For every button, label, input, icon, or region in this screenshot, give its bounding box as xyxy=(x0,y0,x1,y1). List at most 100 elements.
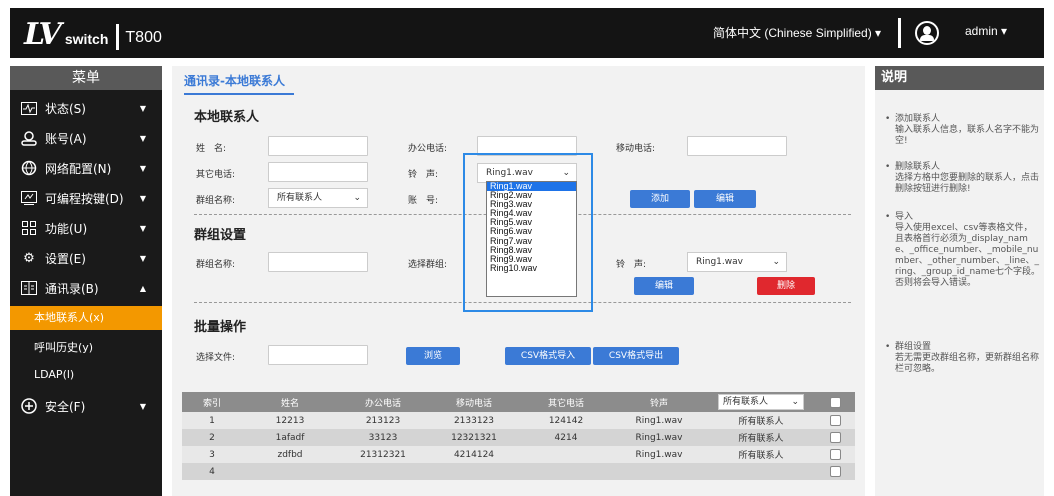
chevron-down-icon: ▼ xyxy=(139,193,146,203)
language-selector[interactable]: 简体中文 (Chinese Simplified) ▾ xyxy=(713,24,881,41)
account-label: 账 号: xyxy=(408,196,439,206)
select-all-cell[interactable] xyxy=(816,392,855,412)
cell-office xyxy=(338,463,428,480)
cell-select[interactable] xyxy=(816,463,855,480)
cell-group: 所有联系人 xyxy=(706,446,816,463)
cell-ring xyxy=(612,463,706,480)
group-ring-label: 铃 声: xyxy=(616,260,647,270)
row-checkbox[interactable] xyxy=(830,432,841,443)
table-row[interactable]: 1 12213 213123 2133123 124142 Ring1.wav … xyxy=(182,412,855,429)
cell-name xyxy=(242,463,338,480)
model-name: T800 xyxy=(125,29,162,46)
sidebar-item-security[interactable]: 安全(F) ▼ xyxy=(10,394,162,418)
cell-mobile: 2133123 xyxy=(428,412,520,429)
select-group-label: 选择群组: xyxy=(408,260,448,270)
ring-option[interactable]: Ring10.wav xyxy=(487,263,576,273)
cell-select[interactable] xyxy=(816,429,855,446)
edit-group-button[interactable]: 编辑 xyxy=(634,277,694,295)
group-select[interactable]: 所有联系人 ⌄ xyxy=(268,188,368,208)
help-title: 说明 xyxy=(875,66,1044,90)
sidebar-item-label: 账号(A) xyxy=(45,131,87,146)
user-menu[interactable]: admin ▾ xyxy=(965,24,1007,38)
cell-name: 1afadf xyxy=(242,429,338,446)
sidebar-item-contacts[interactable]: 通讯录(B) ▲ xyxy=(10,276,162,300)
contacts-table: 索引 姓名 办公电话 移动电话 其它电话 铃声 所有联系人 ⌄ 1 12213 2… xyxy=(182,392,855,480)
ring-dropdown-list[interactable]: Ring1.wav Ring2.wav Ring3.wav Ring4.wav … xyxy=(486,181,577,297)
sidebar-subitem-local-contacts[interactable]: 本地联系人(x) xyxy=(10,306,162,330)
other-phone-input[interactable] xyxy=(268,162,368,182)
table-row[interactable]: 4 xyxy=(182,463,855,480)
help-item-desc: 若无需更改群组名称，更新群组名称栏可忽略。 xyxy=(895,353,1040,374)
column-header: 其它电话 xyxy=(520,392,612,412)
sidebar-item-label: 设置(E) xyxy=(45,251,86,266)
logo-divider xyxy=(116,24,120,50)
group-name-input[interactable] xyxy=(268,252,368,272)
group-name-label: 群组名称: xyxy=(196,196,236,206)
top-bar: LV switch T800 简体中文 (Chinese Simplified)… xyxy=(10,8,1044,58)
sidebar-item-status[interactable]: 状态(S) ▼ xyxy=(10,96,162,120)
cell-mobile: 12321321 xyxy=(428,429,520,446)
row-checkbox[interactable] xyxy=(830,449,841,460)
office-phone-label: 办公电话: xyxy=(408,144,448,154)
table-header-row: 索引 姓名 办公电话 移动电话 其它电话 铃声 所有联系人 ⌄ xyxy=(182,392,855,412)
chevron-down-icon: ⌄ xyxy=(791,397,799,407)
csv-export-button[interactable]: CSV格式导出 xyxy=(593,347,679,365)
name-input[interactable] xyxy=(268,136,368,156)
chevron-down-icon: ▼ xyxy=(139,401,146,411)
sidebar-item-network[interactable]: 网络配置(N) ▼ xyxy=(10,156,162,180)
avatar-icon[interactable] xyxy=(915,21,939,45)
table-row[interactable]: 3 zdfbd 21312321 4214124 Ring1.wav 所有联系人 xyxy=(182,446,855,463)
sidebar: 菜单 状态(S) ▼ 账号(A) ▼ 网络配置(N) ▼ 可编程按键(D) ▼ … xyxy=(10,66,162,496)
column-header: 移动电话 xyxy=(428,392,520,412)
ring-label: 铃 声: xyxy=(408,170,439,180)
help-item-desc: 导入使用excel、csv等表格文件，且表格首行必须为_display_name… xyxy=(895,223,1040,288)
logo-switch-text: switch xyxy=(64,31,109,47)
file-input[interactable] xyxy=(268,345,368,365)
section-title-batch: 批量操作 xyxy=(194,320,247,335)
row-checkbox[interactable] xyxy=(830,466,841,477)
cell-other xyxy=(520,446,612,463)
browse-button[interactable]: 浏览 xyxy=(406,347,460,365)
contacts-icon xyxy=(20,280,38,296)
chevron-down-icon: ▼ xyxy=(139,163,146,173)
csv-import-button[interactable]: CSV格式导入 xyxy=(505,347,591,365)
cell-name: zdfbd xyxy=(242,446,338,463)
sidebar-item-label: 通讯录(B) xyxy=(45,281,99,296)
group-filter-select[interactable]: 所有联系人 ⌄ xyxy=(706,392,816,412)
sidebar-item-features[interactable]: 功能(U) ▼ xyxy=(10,216,162,240)
cell-office: 21312321 xyxy=(338,446,428,463)
mobile-phone-input[interactable] xyxy=(687,136,787,156)
section-title-local-contacts: 本地联系人 xyxy=(194,110,260,125)
cell-ring: Ring1.wav xyxy=(612,412,706,429)
sidebar-item-settings[interactable]: ⚙ 设置(E) ▼ xyxy=(10,246,162,270)
chevron-down-icon: ⌄ xyxy=(353,193,361,203)
table-row[interactable]: 2 1afadf 33123 12321321 4214 Ring1.wav 所… xyxy=(182,429,855,446)
name-label: 姓 名: xyxy=(196,144,227,154)
sidebar-item-account[interactable]: 账号(A) ▼ xyxy=(10,126,162,150)
cell-office: 33123 xyxy=(338,429,428,446)
cell-group: 所有联系人 xyxy=(706,429,816,446)
logo-mark: LV xyxy=(24,17,62,52)
add-button[interactable]: 添加 xyxy=(630,190,690,208)
delete-group-button[interactable]: 删除 xyxy=(757,277,815,295)
brand-logo: LV switch T800 xyxy=(24,18,162,50)
cell-index: 1 xyxy=(182,412,242,429)
row-checkbox[interactable] xyxy=(830,415,841,426)
cell-select[interactable] xyxy=(816,412,855,429)
sidebar-subitem-ldap[interactable]: LDAP(l) xyxy=(10,363,162,387)
plus-circle-icon xyxy=(20,398,38,414)
edit-contact-button[interactable]: 编辑 xyxy=(694,190,756,208)
cell-select[interactable] xyxy=(816,446,855,463)
sidebar-subitem-call-history[interactable]: 呼叫历史(y) xyxy=(10,336,162,360)
sidebar-item-label: 可编程按键(D) xyxy=(45,191,124,206)
column-header: 铃声 xyxy=(612,392,706,412)
group-select-value: 所有联系人 xyxy=(277,193,323,203)
gear-icon: ⚙ xyxy=(23,250,35,266)
title-underline xyxy=(184,93,294,95)
sidebar-item-keys[interactable]: 可编程按键(D) ▼ xyxy=(10,186,162,210)
grid-icon xyxy=(20,220,38,236)
select-all-checkbox[interactable] xyxy=(830,396,841,408)
chevron-down-icon: ▼ xyxy=(139,253,146,263)
help-item-title: 群组设置 xyxy=(885,342,1040,353)
group-ring-select[interactable]: Ring1.wav ⌄ xyxy=(687,252,787,272)
